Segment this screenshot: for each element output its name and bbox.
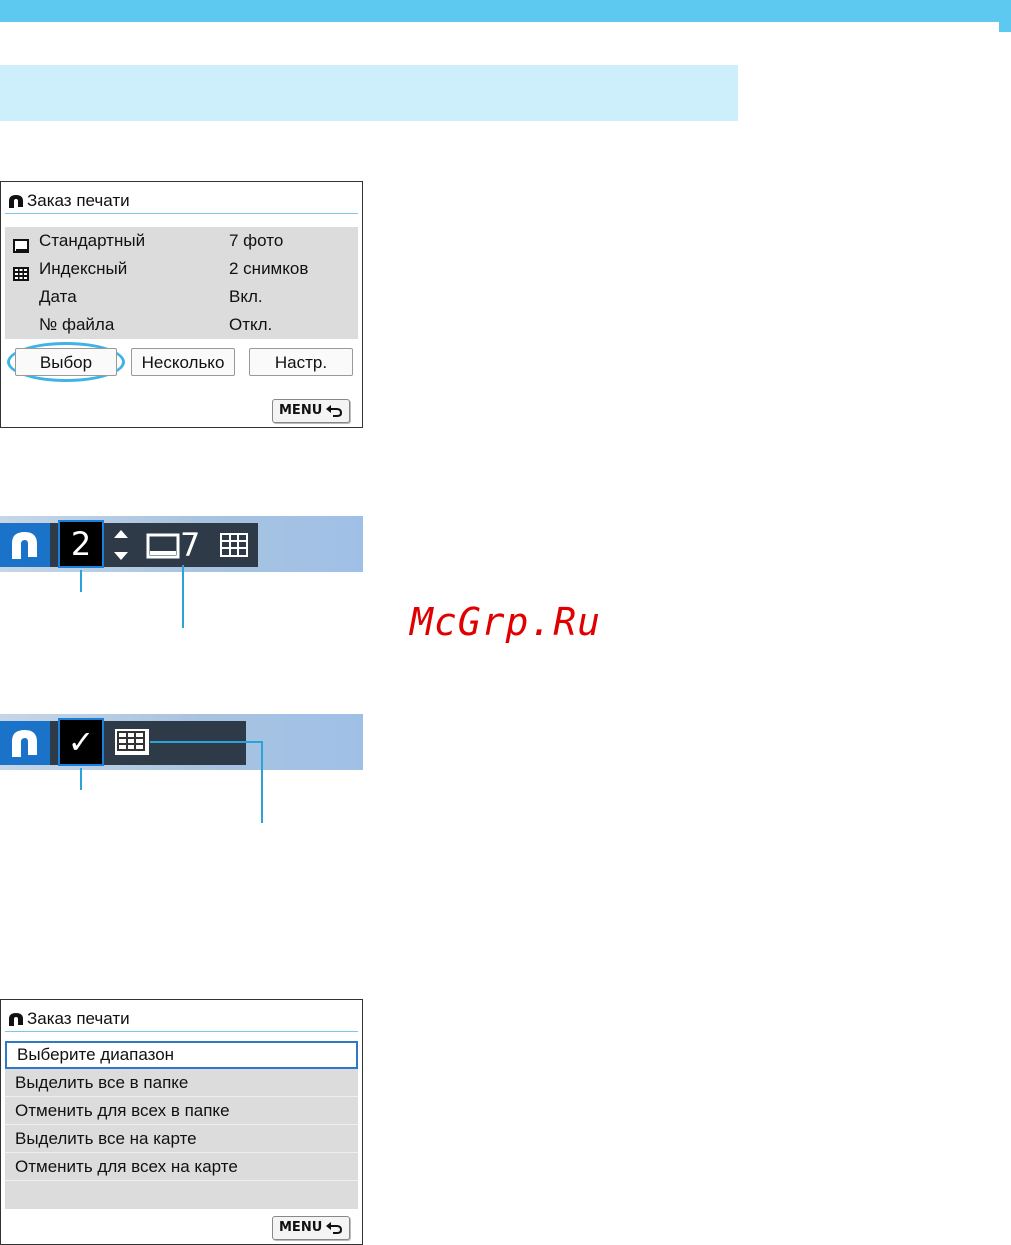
range-select-screen: Заказ печати Выберите диапазон Выделить … [0, 999, 363, 1245]
row-index: Индексный 2 снимков [5, 255, 358, 283]
title-divider [5, 213, 358, 214]
callout-line [80, 768, 82, 790]
callout-line [150, 741, 262, 743]
check-mark-icon: ✓ [67, 723, 95, 761]
print-order-icon [7, 1011, 25, 1027]
screen-title: Заказ печати [7, 190, 358, 212]
callout-line [80, 570, 82, 592]
setup-button[interactable]: Настр. [249, 348, 353, 376]
row-standard: Стандартный 7 фото [5, 227, 358, 255]
list-item-select-all-card[interactable]: Выделить все на карте [5, 1125, 358, 1153]
section-heading-band [0, 65, 738, 121]
row-label: Индексный [39, 259, 128, 278]
quantity-box[interactable]: 2 [58, 520, 104, 568]
row-value: 2 снимков [229, 259, 309, 278]
standard-count: 7 [180, 526, 201, 564]
index-print-icon [220, 533, 248, 562]
standard-print-icon [13, 234, 29, 253]
header-bar [0, 0, 1011, 22]
menu-label: MENU [279, 403, 323, 418]
menu-back-button[interactable]: MENU [272, 1216, 350, 1240]
menu-label: MENU [279, 1220, 323, 1235]
range-options-list: Выберите диапазон Выделить все в папке О… [5, 1041, 358, 1209]
screen-title-text: Заказ печати [27, 191, 130, 210]
back-arrow-icon [325, 404, 343, 426]
select-button[interactable]: Выбор [15, 348, 117, 376]
row-label: Дата [39, 287, 77, 306]
list-item-clear-all-card[interactable]: Отменить для всех на карте [5, 1153, 358, 1181]
print-order-icon [7, 193, 25, 209]
row-label: Стандартный [39, 231, 146, 250]
row-value: 7 фото [229, 231, 284, 250]
row-label: № файла [39, 315, 115, 334]
title-divider [5, 1031, 358, 1032]
quantity-value: 2 [70, 525, 92, 563]
row-value: Вкл. [229, 287, 263, 306]
list-item-select-all-folder[interactable]: Выделить все в папке [5, 1069, 358, 1097]
print-order-logo-icon [0, 721, 50, 765]
watermark: McGrp.Ru [410, 600, 602, 644]
row-file-number: № файла Откл. [5, 311, 358, 339]
list-item-select-range[interactable]: Выберите диапазон [5, 1041, 358, 1069]
print-order-logo-icon [0, 523, 50, 567]
screen-title-text: Заказ печати [27, 1009, 130, 1028]
header-bar-notch [999, 22, 1011, 32]
back-arrow-icon [325, 1221, 343, 1243]
callout-line [182, 565, 184, 628]
standard-print-icon [146, 533, 180, 564]
index-print-icon [114, 728, 150, 761]
settings-summary: Стандартный 7 фото Индексный 2 снимков Д… [5, 227, 358, 339]
row-date: Дата Вкл. [5, 283, 358, 311]
multiple-button[interactable]: Несколько [131, 348, 235, 376]
index-check-box[interactable]: ✓ [58, 718, 104, 766]
index-print-icon [13, 262, 29, 281]
list-item-clear-all-folder[interactable]: Отменить для всех в папке [5, 1097, 358, 1125]
print-order-screen: Заказ печати Стандартный 7 фото Индексны… [0, 181, 363, 428]
menu-back-button[interactable]: MENU [272, 399, 350, 423]
screen-title: Заказ печати [7, 1008, 358, 1030]
row-value: Откл. [229, 315, 273, 334]
callout-line [261, 741, 263, 823]
quantity-strip: 2 7 [0, 516, 363, 572]
up-down-arrows-icon [110, 526, 132, 569]
